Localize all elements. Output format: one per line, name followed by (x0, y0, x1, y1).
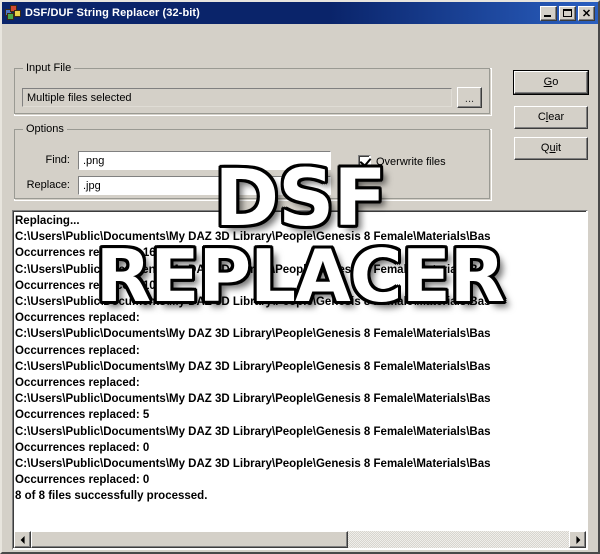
log-line: Occurrences replaced: 0 (15, 474, 150, 487)
overwrite-files-label: Overwrite files (376, 155, 446, 168)
quit-button[interactable]: Quit (514, 137, 588, 160)
log-line: C:\Users\Public\Documents\My DAZ 3D Libr… (15, 393, 491, 406)
log-line: C:\Users\Public\Documents\My DAZ 3D Libr… (15, 425, 491, 438)
window-title: DSF/DUF String Replacer (32-bit) (25, 7, 200, 19)
clear-button[interactable]: Clear (514, 106, 588, 129)
options-group-label: Options (23, 123, 67, 135)
log-line: C:\Users\Public\Documents\My DAZ 3D Libr… (15, 328, 491, 341)
scrollbar-thumb[interactable] (31, 531, 349, 548)
log-line: Occurrences replaced: (15, 344, 140, 357)
clear-button-pre: C (537, 111, 546, 123)
log-line: Occurrences replaced: 5 (15, 409, 150, 422)
replace-label: Replace: (26, 179, 70, 191)
log-line: C:\Users\Public\Documents\My DAZ 3D Libr… (15, 360, 491, 373)
input-file-group-label: Input File (23, 62, 75, 74)
log-line: Occurrences replaced: 163 (15, 247, 163, 260)
log-line: Occurrences replaced: (15, 312, 140, 325)
log-line: C:\Users\Public\Documents\My DAZ 3D Libr… (15, 231, 491, 244)
log-line: Occurrences replaced: (15, 377, 140, 390)
window-controls: ✕ (540, 5, 596, 21)
go-button-label: o (552, 76, 559, 88)
log-line: Occurrences replaced: 0 (15, 441, 150, 454)
checkmark-icon (359, 154, 372, 168)
log-line: Occurrences replaced: 10 (15, 279, 156, 292)
app-blocks-icon[interactable] (5, 5, 21, 21)
minimize-button[interactable] (540, 5, 557, 21)
log-line: 8 of 8 files successfully processed. (15, 490, 208, 503)
log-line: C:\Users\Public\Documents\My DAZ 3D Libr… (15, 263, 491, 276)
scroll-left-button[interactable] (14, 531, 31, 548)
title-bar[interactable]: DSF/DUF String Replacer (32-bit) ✕ (2, 2, 598, 24)
scrollbar-track[interactable] (31, 531, 569, 548)
find-label: Find: (45, 154, 70, 166)
close-icon: ✕ (581, 7, 592, 20)
overwrite-files-checkbox-row[interactable]: Overwrite files (358, 154, 446, 168)
find-input[interactable] (78, 151, 331, 170)
scroll-right-button[interactable] (569, 531, 586, 548)
log-line: C:\Users\Public\Documents\My DAZ 3D Libr… (15, 296, 491, 309)
application-window: DSF/DUF String Replacer (32-bit) ✕ Input… (0, 0, 600, 554)
maximize-icon (563, 8, 572, 17)
triangle-left-icon (20, 535, 25, 544)
replace-input[interactable] (78, 176, 331, 195)
triangle-right-icon (575, 535, 580, 544)
go-button-accel: G (543, 76, 553, 88)
maximize-button[interactable] (559, 5, 576, 21)
overwrite-files-checkbox[interactable] (358, 154, 372, 168)
log-output-text: Replacing... C:\Users\Public\Documents\My… (15, 213, 585, 530)
log-output-panel[interactable]: Replacing... C:\Users\Public\Documents\My… (12, 210, 588, 550)
go-button[interactable]: Go (513, 70, 589, 95)
input-file-field[interactable] (22, 88, 452, 107)
clear-button-label: ear (548, 111, 565, 123)
quit-button-label: it (555, 142, 562, 154)
browse-button[interactable]: ... (457, 87, 482, 108)
log-line: C:\Users\Public\Documents\My DAZ 3D Libr… (15, 458, 491, 471)
minimize-icon (544, 14, 551, 17)
log-line: Replacing... (15, 215, 80, 227)
close-button[interactable]: ✕ (578, 5, 595, 21)
log-horizontal-scrollbar[interactable] (14, 531, 586, 548)
